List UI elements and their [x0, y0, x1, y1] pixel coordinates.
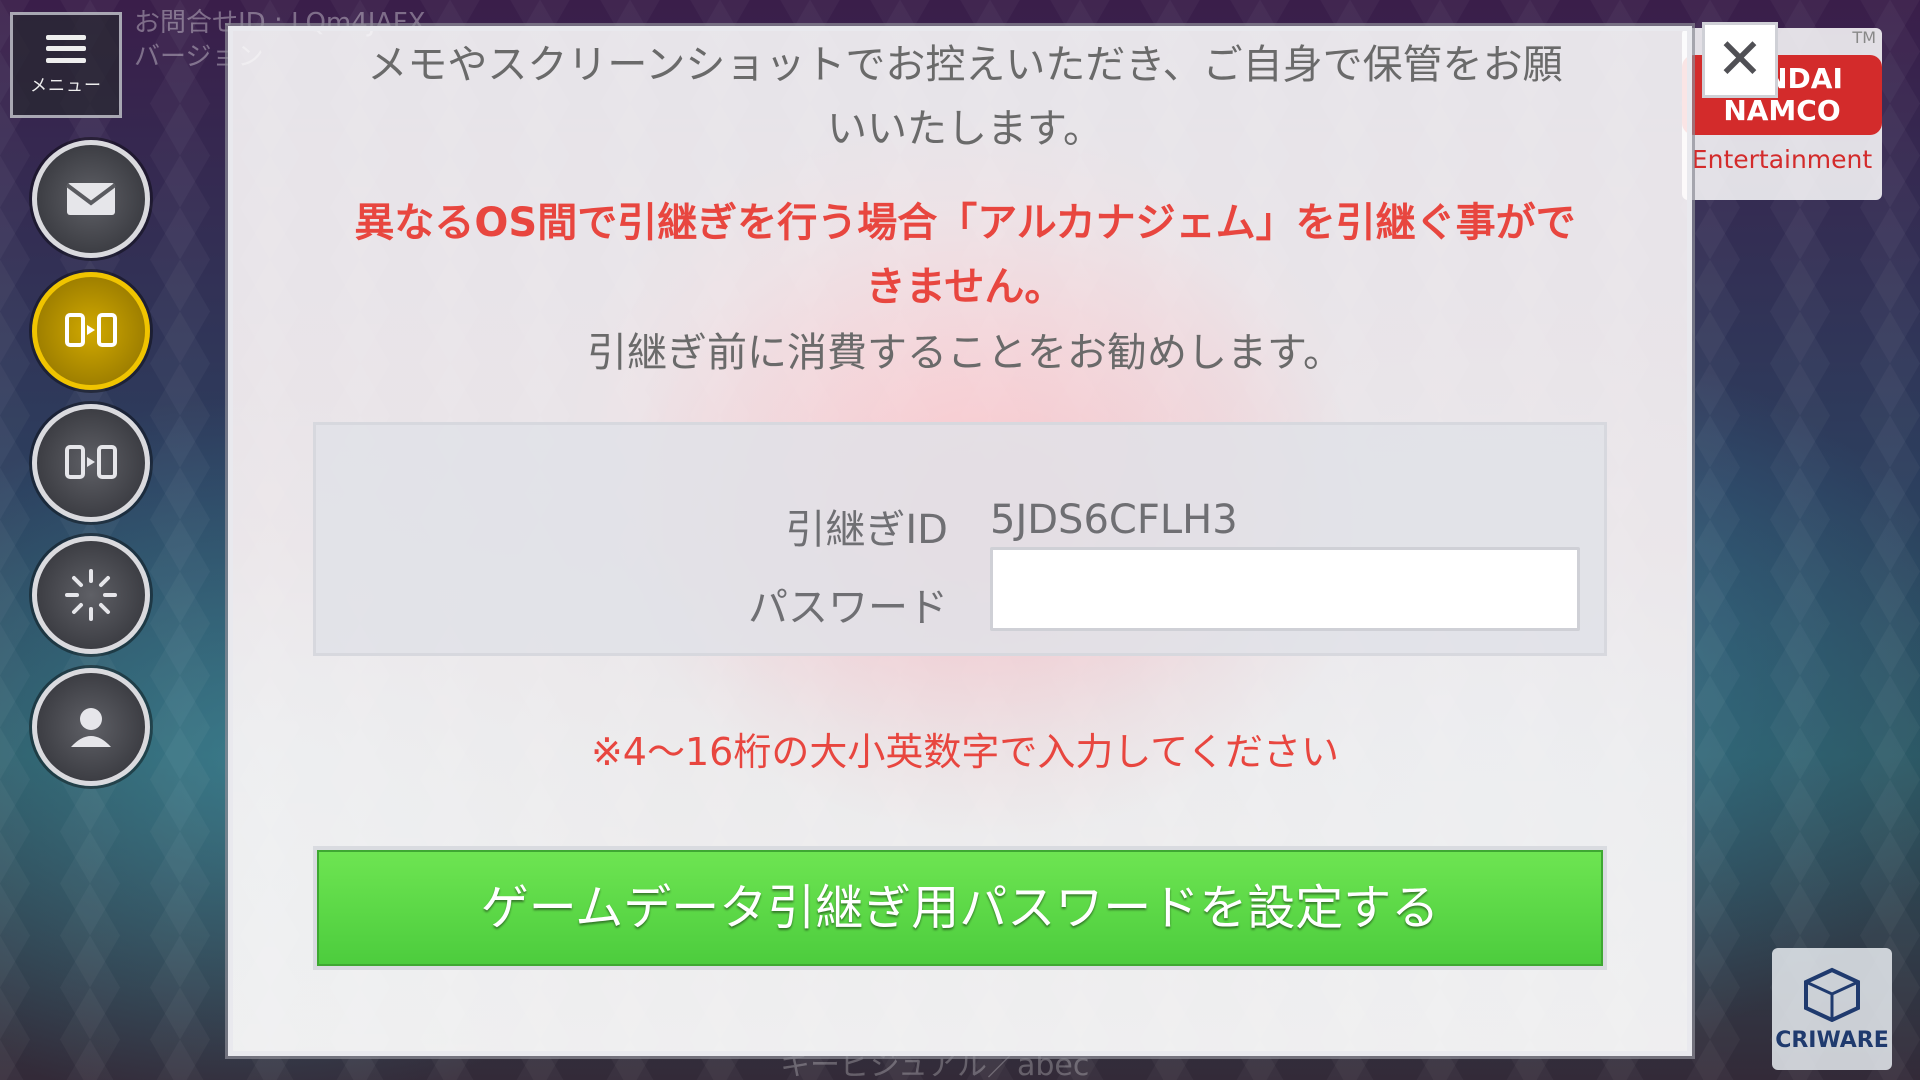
password-setting-dialog: メモやスクリーンショットでお控えいただき、ご自身で保管をお願 いいたします。 異…	[228, 26, 1692, 1056]
transfer-icon	[65, 313, 117, 347]
mail-icon	[65, 183, 117, 215]
side-button-profile[interactable]	[32, 668, 150, 786]
bandai-namco-entertainment: Entertainment	[1691, 144, 1873, 174]
close-icon: ✕	[1716, 27, 1764, 92]
os-transfer-warning-line1: 異なるOS間で引継ぎを行う場合「アルカナジェム」を引継ぐ事がで	[354, 200, 1576, 246]
criware-cube-icon	[1804, 967, 1860, 1022]
consume-advice: 引継ぎ前に消費することをお勧めします。	[587, 330, 1343, 376]
trademark-mark: TM	[1852, 28, 1876, 47]
storage-instruction-line1: メモやスクリーンショットでお控えいただき、ご自身で保管をお願	[367, 42, 1563, 88]
transfer-info-panel: 引継ぎID 5JDS6CFLH3 パスワード	[313, 422, 1607, 656]
menu-button[interactable]: メニュー	[10, 12, 122, 118]
password-input[interactable]	[990, 547, 1580, 631]
storage-instruction-line2: いいたします。	[827, 106, 1103, 152]
side-button-mail[interactable]	[32, 140, 150, 258]
profile-icon	[71, 708, 111, 747]
password-label: パスワード	[748, 585, 948, 631]
criware-logo: CRIWARE	[1772, 948, 1892, 1070]
menu-label: メニュー	[30, 75, 102, 96]
close-button[interactable]: ✕	[1702, 22, 1778, 98]
os-transfer-warning: 異なるOS間で引継ぎを行う場合「アルカナジェム」を引継ぐ事がで きません。	[233, 191, 1687, 319]
side-button-transfer-active[interactable]	[32, 272, 150, 390]
password-format-note: ※4～16桁の大小英数字で入力してください	[590, 730, 1340, 774]
storage-instruction: メモやスクリーンショットでお控えいただき、ご自身で保管をお願 いいたします。	[233, 33, 1687, 161]
set-password-button[interactable]: ゲームデータ引継ぎ用パスワードを設定する	[313, 846, 1607, 970]
os-transfer-warning-line2: きません。	[865, 264, 1065, 310]
loading-icon	[65, 569, 117, 621]
side-button-transfer[interactable]	[32, 404, 150, 522]
transfer-id-value: 5JDS6CFLH3	[990, 497, 1238, 543]
hamburger-icon	[46, 34, 86, 63]
transfer-id-label: 引継ぎID	[785, 507, 948, 553]
side-button-loading[interactable]	[32, 536, 150, 654]
transfer-icon	[65, 445, 117, 479]
criware-text: CRIWARE	[1775, 1027, 1889, 1053]
